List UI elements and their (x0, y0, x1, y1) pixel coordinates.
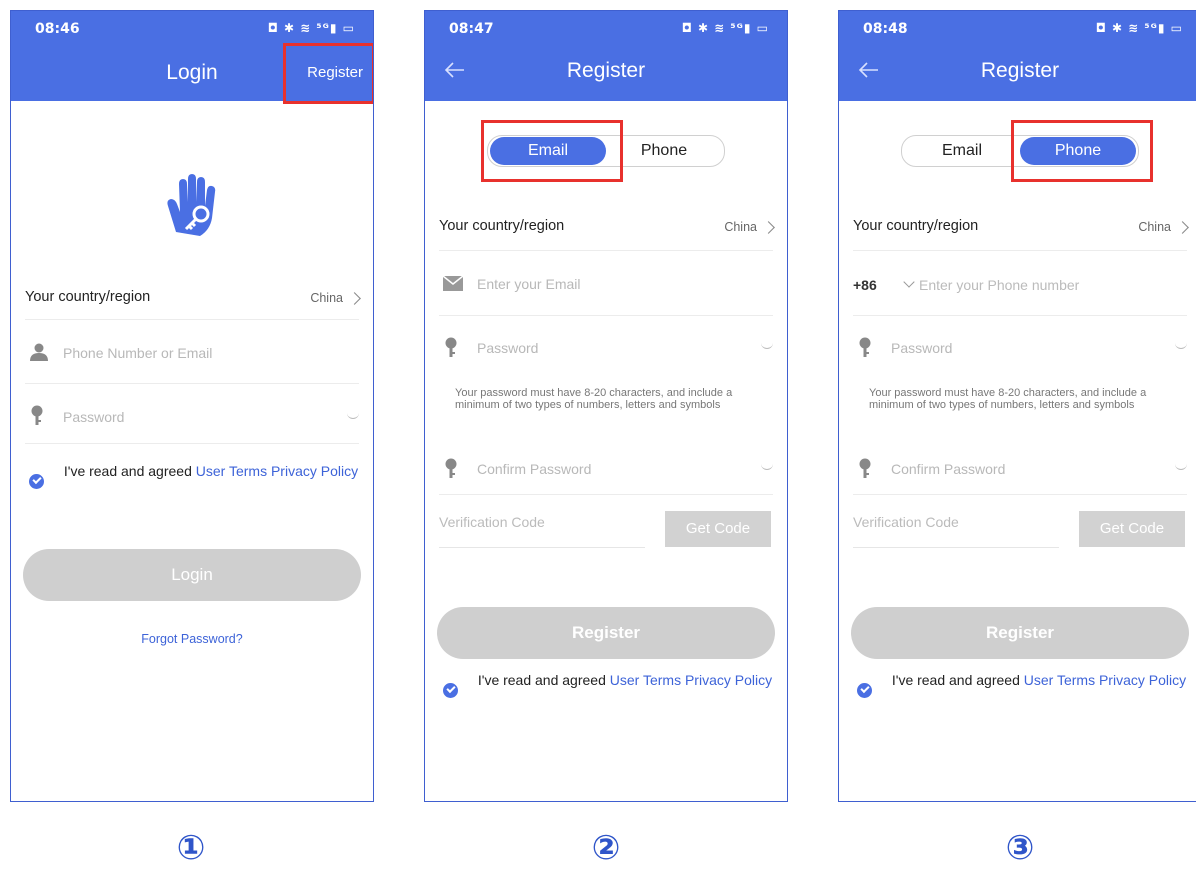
phone-field[interactable]: +86 Enter your Phone number (853, 275, 1187, 316)
eye-closed-icon[interactable] (761, 343, 773, 349)
email-field[interactable]: Enter your Email (439, 273, 773, 316)
password-hint: Your password must have 8-20 characters,… (869, 387, 1147, 411)
country-value: China (310, 291, 343, 305)
tab-phone[interactable]: Phone (606, 137, 722, 165)
agreement-text: I've read and agreed User Terms Privacy … (63, 463, 359, 480)
user-terms-link[interactable]: User Terms (196, 463, 267, 479)
agreement-text: I've read and agreed User Terms Privacy … (477, 672, 773, 689)
login-button[interactable]: Login (23, 549, 361, 601)
privacy-policy-link[interactable]: Privacy Policy (271, 463, 358, 479)
privacy-policy-link[interactable]: Privacy Policy (685, 672, 772, 688)
country-value: China (724, 220, 757, 234)
country-label: Your country/region (853, 218, 979, 234)
country-value: China (1138, 220, 1171, 234)
status-time: 08:46 (35, 21, 80, 37)
eye-closed-icon[interactable] (1175, 464, 1187, 470)
step-marker-2: ② (591, 828, 621, 868)
chevron-right-icon (1176, 221, 1189, 234)
password-field: Password (439, 335, 773, 375)
agreement-text: I've read and agreed User Terms Privacy … (891, 672, 1187, 689)
user-terms-link[interactable]: User Terms (1024, 672, 1095, 688)
password-input[interactable]: Password (477, 340, 538, 356)
country-region-row[interactable]: Your country/region China (25, 287, 361, 320)
email-tab-highlight-box (481, 120, 623, 182)
phone-tab-highlight-box (1011, 120, 1153, 182)
account-field[interactable]: Phone Number or Email (25, 341, 359, 384)
user-terms-link[interactable]: User Terms (610, 672, 681, 688)
country-region-row[interactable]: Your country/region China (853, 218, 1189, 251)
key-icon (29, 405, 45, 432)
eye-closed-icon[interactable] (347, 413, 359, 419)
key-icon (443, 458, 459, 485)
checkbox-checked-icon[interactable] (443, 683, 458, 698)
header-bar: 08:48 ◘ ✱ ≋ ⁵ᴳ▮ ▭ Register (839, 11, 1196, 101)
envelope-icon (442, 275, 464, 296)
status-icons: ◘ ✱ ≋ ⁵ᴳ▮ ▭ (1095, 21, 1183, 35)
password-input[interactable]: Password (63, 409, 124, 425)
get-code-button[interactable]: Get Code (1079, 511, 1185, 547)
country-label: Your country/region (25, 289, 151, 305)
country-region-row[interactable]: Your country/region China (439, 218, 775, 251)
register-button[interactable]: Register (437, 607, 775, 659)
verification-code-input[interactable]: Verification Code (853, 514, 959, 530)
agree-prefix: I've read and agreed (891, 672, 1020, 688)
country-label: Your country/region (439, 218, 565, 234)
register-email-screen: 08:47 ◘ ✱ ≋ ⁵ᴳ▮ ▭ Register Email Phone Y… (424, 10, 788, 802)
step-marker-1: ① (176, 828, 206, 868)
checkbox-checked-icon[interactable] (29, 474, 44, 489)
chevron-right-icon (762, 221, 775, 234)
key-icon (857, 337, 873, 364)
password-hint: Your password must have 8-20 characters,… (455, 387, 733, 411)
status-icons: ◘ ✱ ≋ ⁵ᴳ▮ ▭ (681, 21, 769, 35)
forgot-password-link[interactable]: Forgot Password? (11, 632, 373, 646)
tab-email[interactable]: Email (904, 137, 1020, 165)
header-bar: 08:47 ◘ ✱ ≋ ⁵ᴳ▮ ▭ Register (425, 11, 787, 101)
page-title: Register (980, 59, 1060, 82)
status-time: 08:48 (863, 21, 908, 37)
status-time: 08:47 (449, 21, 494, 37)
agree-prefix: I've read and agreed (63, 463, 192, 479)
password-field[interactable]: Password (25, 403, 359, 444)
country-code-selector[interactable]: +86 (853, 277, 877, 293)
agreement-row: I've read and agreed User Terms Privacy … (857, 672, 1187, 708)
password-input[interactable]: Password (891, 340, 952, 356)
register-highlight-box (283, 43, 373, 104)
chevron-right-icon (348, 292, 361, 305)
agree-prefix: I've read and agreed (477, 672, 606, 688)
key-icon (857, 458, 873, 485)
phone-input[interactable]: Enter your Phone number (919, 277, 1079, 293)
verification-code-underline (853, 547, 1059, 548)
confirm-password-input[interactable]: Confirm Password (477, 461, 591, 477)
status-icons: ◘ ✱ ≋ ⁵ᴳ▮ ▭ (267, 21, 355, 35)
privacy-policy-link[interactable]: Privacy Policy (1099, 672, 1186, 688)
checkbox-checked-icon[interactable] (857, 683, 872, 698)
page-title: Register (566, 59, 646, 82)
register-button[interactable]: Register (851, 607, 1189, 659)
step-marker-3: ③ (1005, 828, 1035, 868)
login-screen: 08:46 ◘ ✱ ≋ ⁵ᴳ▮ ▭ Login Register Your co… (10, 10, 374, 802)
app-logo (154, 166, 230, 244)
eye-closed-icon[interactable] (761, 464, 773, 470)
agreement-row: I've read and agreed User Terms Privacy … (443, 672, 773, 708)
key-icon (443, 337, 459, 364)
chevron-down-icon[interactable] (903, 276, 915, 288)
confirm-password-field[interactable]: Confirm Password (439, 456, 773, 495)
confirm-password-input[interactable]: Confirm Password (891, 461, 1005, 477)
verification-code-input[interactable]: Verification Code (439, 514, 545, 530)
password-field: Password (853, 335, 1187, 375)
verification-code-underline (439, 547, 645, 548)
person-icon (29, 343, 49, 366)
email-input[interactable]: Enter your Email (477, 276, 580, 292)
eye-closed-icon[interactable] (1175, 343, 1187, 349)
agreement-row: I've read and agreed User Terms Privacy … (29, 463, 359, 499)
register-phone-screen: 08:48 ◘ ✱ ≋ ⁵ᴳ▮ ▭ Register Email Phone Y… (838, 10, 1196, 802)
account-input[interactable]: Phone Number or Email (63, 345, 212, 361)
get-code-button[interactable]: Get Code (665, 511, 771, 547)
confirm-password-field[interactable]: Confirm Password (853, 456, 1187, 495)
